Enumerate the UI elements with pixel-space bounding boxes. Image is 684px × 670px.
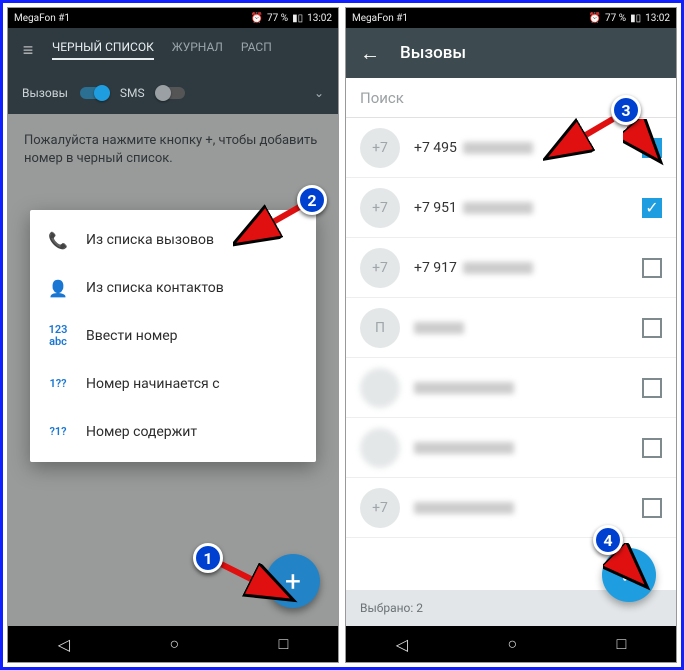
dialpad-icon: 123abc xyxy=(46,324,70,348)
annotation-arrow-3a xyxy=(543,113,623,163)
phone-prefix: +7 917 xyxy=(414,260,457,276)
list-item[interactable]: +7 +7 917 xyxy=(346,238,676,298)
dialog-item-label: Из списка вызовов xyxy=(86,232,214,248)
annotation-arrow-3b xyxy=(623,119,673,169)
avatar: +7 xyxy=(360,188,400,228)
menu-icon[interactable]: ≡ xyxy=(14,40,42,61)
blurred-number xyxy=(414,442,514,454)
filter-calls-label: Вызовы xyxy=(22,86,68,100)
checkbox[interactable] xyxy=(642,318,662,338)
clock-label: 13:02 xyxy=(645,13,670,24)
battery-label: 77 % xyxy=(267,13,288,24)
avatar xyxy=(360,368,400,408)
android-nav-bar: ◁ ○ □ xyxy=(346,626,676,662)
list-item[interactable]: +7 +7 951 ✓ xyxy=(346,178,676,238)
checkbox[interactable] xyxy=(642,438,662,458)
page-header: ← Вызовы xyxy=(346,28,676,78)
blurred-number xyxy=(463,262,533,274)
search-placeholder: Поиск xyxy=(360,89,404,107)
alarm-icon: ⏰ xyxy=(589,13,601,24)
list-item[interactable]: П xyxy=(346,298,676,358)
annotation-badge-2: 2 xyxy=(297,185,327,215)
annotation-badge-3: 3 xyxy=(611,95,641,125)
status-bar: MegaFon #1 ⏰ 77 % ▮▯ 13:02 xyxy=(8,8,338,28)
battery-icon: ▮▯ xyxy=(292,13,303,24)
selected-count-label: Выбрано: 2 xyxy=(360,601,423,615)
back-arrow-icon[interactable]: ← xyxy=(360,41,380,66)
nav-back-icon[interactable]: ◁ xyxy=(58,635,70,654)
annotation-badge-4: 4 xyxy=(593,525,623,555)
annotation-badge-1: 1 xyxy=(193,543,223,573)
checkbox[interactable] xyxy=(642,498,662,518)
contains-pattern-icon: ?1? xyxy=(46,426,70,438)
tab-schedule[interactable]: РАСП xyxy=(241,40,272,60)
dialog-item-label: Номер начинается с xyxy=(86,376,220,392)
phone-prefix: +7 495 xyxy=(414,140,457,156)
checkbox[interactable]: ✓ xyxy=(642,198,662,218)
nav-recent-icon[interactable]: □ xyxy=(279,634,289,654)
avatar: +7 xyxy=(360,488,400,528)
filter-sms-label: SMS xyxy=(120,86,145,100)
carrier-label: MegaFon #1 xyxy=(352,13,408,24)
tab-blacklist[interactable]: ЧЕРНЫЙ СПИСОК xyxy=(52,40,154,60)
blurred-number xyxy=(414,502,514,514)
checkbox[interactable] xyxy=(642,378,662,398)
avatar: +7 xyxy=(360,128,400,168)
avatar xyxy=(360,428,400,468)
tab-log[interactable]: ЖУРНАЛ xyxy=(172,40,223,60)
nav-back-icon[interactable]: ◁ xyxy=(396,635,408,654)
avatar: П xyxy=(360,308,400,348)
list-item[interactable]: +7 xyxy=(346,478,676,538)
dialog-starts-with[interactable]: 1?? Номер начинается с xyxy=(30,360,316,408)
toggle-sms[interactable] xyxy=(157,87,185,99)
nav-home-icon[interactable]: ○ xyxy=(169,634,179,654)
list-item[interactable] xyxy=(346,418,676,478)
dialog-from-contacts[interactable]: 👤 Из списка контактов xyxy=(30,264,316,312)
dialog-contains[interactable]: ?1? Номер содержит xyxy=(30,408,316,456)
prefix-pattern-icon: 1?? xyxy=(46,378,70,390)
alarm-icon: ⏰ xyxy=(251,13,263,24)
blurred-number xyxy=(414,382,514,394)
clock-label: 13:02 xyxy=(307,13,332,24)
page-title: Вызовы xyxy=(400,43,466,63)
battery-label: 77 % xyxy=(605,13,626,24)
carrier-label: MegaFon #1 xyxy=(14,13,70,24)
checkbox[interactable] xyxy=(642,258,662,278)
chevron-down-icon[interactable]: ⌄ xyxy=(314,86,324,100)
blurred-name xyxy=(414,322,464,334)
battery-icon: ▮▯ xyxy=(630,13,641,24)
dialog-item-label: Ввести номер xyxy=(86,328,178,344)
blurred-number xyxy=(463,202,533,214)
dialog-enter-number[interactable]: 123abc Ввести номер xyxy=(30,312,316,360)
call-list: +7 +7 495 ✓ +7 +7 951 ✓ +7 +7 917 П xyxy=(346,118,676,590)
nav-home-icon[interactable]: ○ xyxy=(507,634,517,654)
dialog-item-label: Номер содержит xyxy=(86,424,197,440)
android-nav-bar: ◁ ○ □ xyxy=(8,626,338,662)
list-item[interactable] xyxy=(346,358,676,418)
status-bar: MegaFon #1 ⏰ 77 % ▮▯ 13:02 xyxy=(346,8,676,28)
person-icon: 👤 xyxy=(46,279,70,298)
phone-prefix: +7 951 xyxy=(414,200,457,216)
nav-recent-icon[interactable]: □ xyxy=(617,634,627,654)
avatar: +7 xyxy=(360,248,400,288)
dialog-item-label: Из списка контактов xyxy=(86,280,224,296)
phone-icon: 📞 xyxy=(46,231,70,250)
app-body: Пожалуйста нажмите кнопку +, чтобы добав… xyxy=(8,114,338,626)
blurred-number xyxy=(463,142,533,154)
toggle-calls[interactable] xyxy=(80,87,108,99)
app-header: ≡ ЧЕРНЫЙ СПИСОК ЖУРНАЛ РАСП Вызовы SMS ⌄ xyxy=(8,28,338,114)
